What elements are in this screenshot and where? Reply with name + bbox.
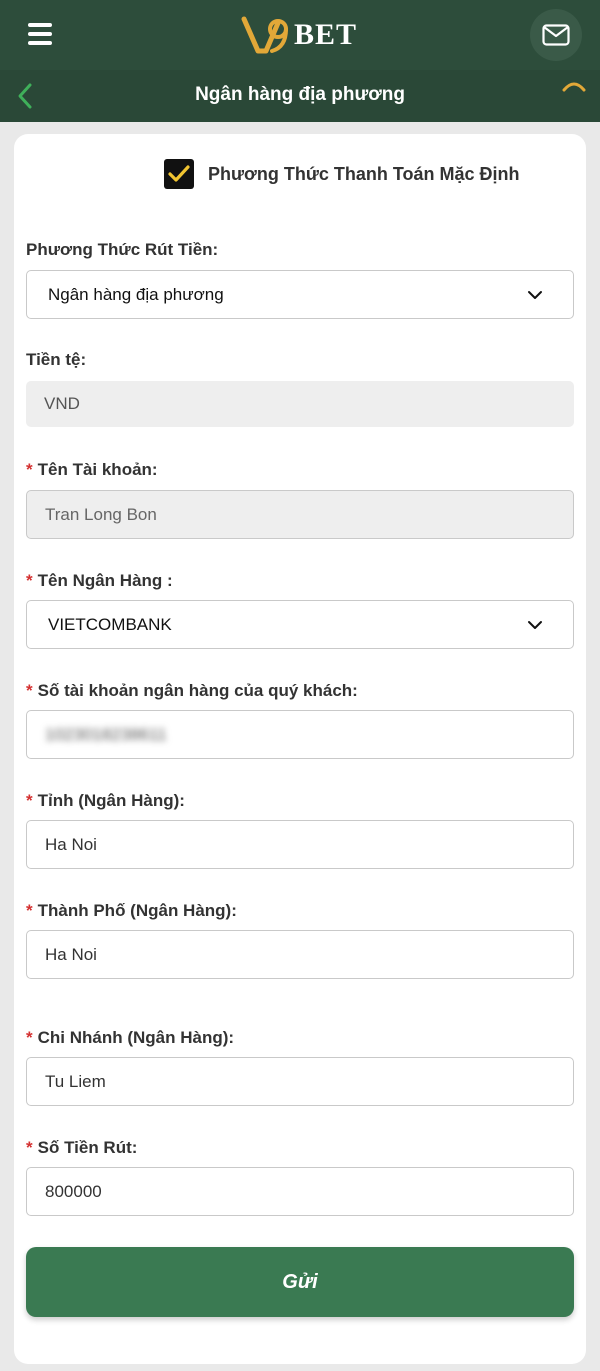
withdraw-form-card: Phương Thức Thanh Toán Mặc Định Phương T… <box>14 134 586 1364</box>
default-method-checkbox[interactable] <box>164 159 194 189</box>
brand-logo[interactable]: BET <box>240 12 370 58</box>
required-mark: * <box>26 791 33 810</box>
account-number-input[interactable]: 1023018238611 <box>26 710 574 759</box>
branch-label-text: Chi Nhánh (Ngân Hàng): <box>37 1028 235 1047</box>
submit-button[interactable]: Gửi <box>26 1247 574 1317</box>
account-number-value: 1023018238611 <box>45 724 167 744</box>
required-mark: * <box>26 681 33 700</box>
chevron-down-icon <box>528 291 542 299</box>
province-value: Ha Noi <box>45 834 97 854</box>
bank-name-value: VIETCOMBANK <box>48 614 172 634</box>
logo-text: BET <box>294 18 358 51</box>
amount-input[interactable]: 800000 <box>26 1167 574 1216</box>
required-mark: * <box>26 571 33 590</box>
default-method-label: Phương Thức Thanh Toán Mặc Định <box>208 163 520 184</box>
city-label: * Thành Phố (Ngân Hàng): <box>26 901 237 921</box>
withdraw-method-label: Phương Thức Rút Tiền: <box>26 240 219 259</box>
account-name-label-text: Tên Tài khoản: <box>37 460 158 479</box>
branch-value: Tu Liem <box>45 1071 106 1091</box>
required-mark: * <box>26 901 33 920</box>
mail-icon[interactable] <box>530 9 582 61</box>
bank-name-select[interactable]: VIETCOMBANK <box>26 600 574 649</box>
bank-name-label-text: Tên Ngân Hàng : <box>37 571 173 590</box>
top-bar: BET <box>0 0 600 70</box>
loading-arc-icon <box>560 78 588 98</box>
sub-header: Ngân hàng địa phương <box>0 70 600 122</box>
city-value: Ha Noi <box>45 944 97 964</box>
currency-value: VND <box>44 394 80 413</box>
default-method-row[interactable]: Phương Thức Thanh Toán Mặc Định <box>164 159 520 189</box>
city-input[interactable]: Ha Noi <box>26 930 574 979</box>
amount-value: 800000 <box>45 1181 102 1201</box>
account-name-field: Tran Long Bon <box>26 490 574 539</box>
currency-label: Tiền tệ: <box>26 350 87 369</box>
withdraw-method-value: Ngân hàng địa phương <box>48 284 224 304</box>
amount-label-text: Số Tiền Rút: <box>37 1138 138 1157</box>
hamburger-menu-icon[interactable] <box>28 23 54 45</box>
checkmark-icon <box>168 165 190 182</box>
branch-input[interactable]: Tu Liem <box>26 1057 574 1106</box>
account-number-label-text: Số tài khoản ngân hàng của quý khách: <box>37 681 358 700</box>
required-mark: * <box>26 460 33 479</box>
province-label: * Tỉnh (Ngân Hàng): <box>26 791 185 811</box>
withdraw-method-select[interactable]: Ngân hàng địa phương <box>26 270 574 319</box>
amount-label: * Số Tiền Rút: <box>26 1138 137 1158</box>
chevron-down-icon <box>528 621 542 629</box>
account-name-label: * Tên Tài khoản: <box>26 460 158 480</box>
currency-field: VND <box>26 381 574 427</box>
province-input[interactable]: Ha Noi <box>26 820 574 869</box>
account-number-label: * Số tài khoản ngân hàng của quý khách: <box>26 681 358 701</box>
page-title: Ngân hàng địa phương <box>195 84 405 105</box>
account-name-value: Tran Long Bon <box>45 504 157 524</box>
required-mark: * <box>26 1028 33 1047</box>
logo-mark-icon <box>241 16 288 54</box>
bank-name-label: * Tên Ngân Hàng : <box>26 571 173 591</box>
city-label-text: Thành Phố (Ngân Hàng): <box>37 901 237 920</box>
branch-label: * Chi Nhánh (Ngân Hàng): <box>26 1028 234 1048</box>
required-mark: * <box>26 1138 33 1157</box>
province-label-text: Tỉnh (Ngân Hàng): <box>37 791 185 810</box>
